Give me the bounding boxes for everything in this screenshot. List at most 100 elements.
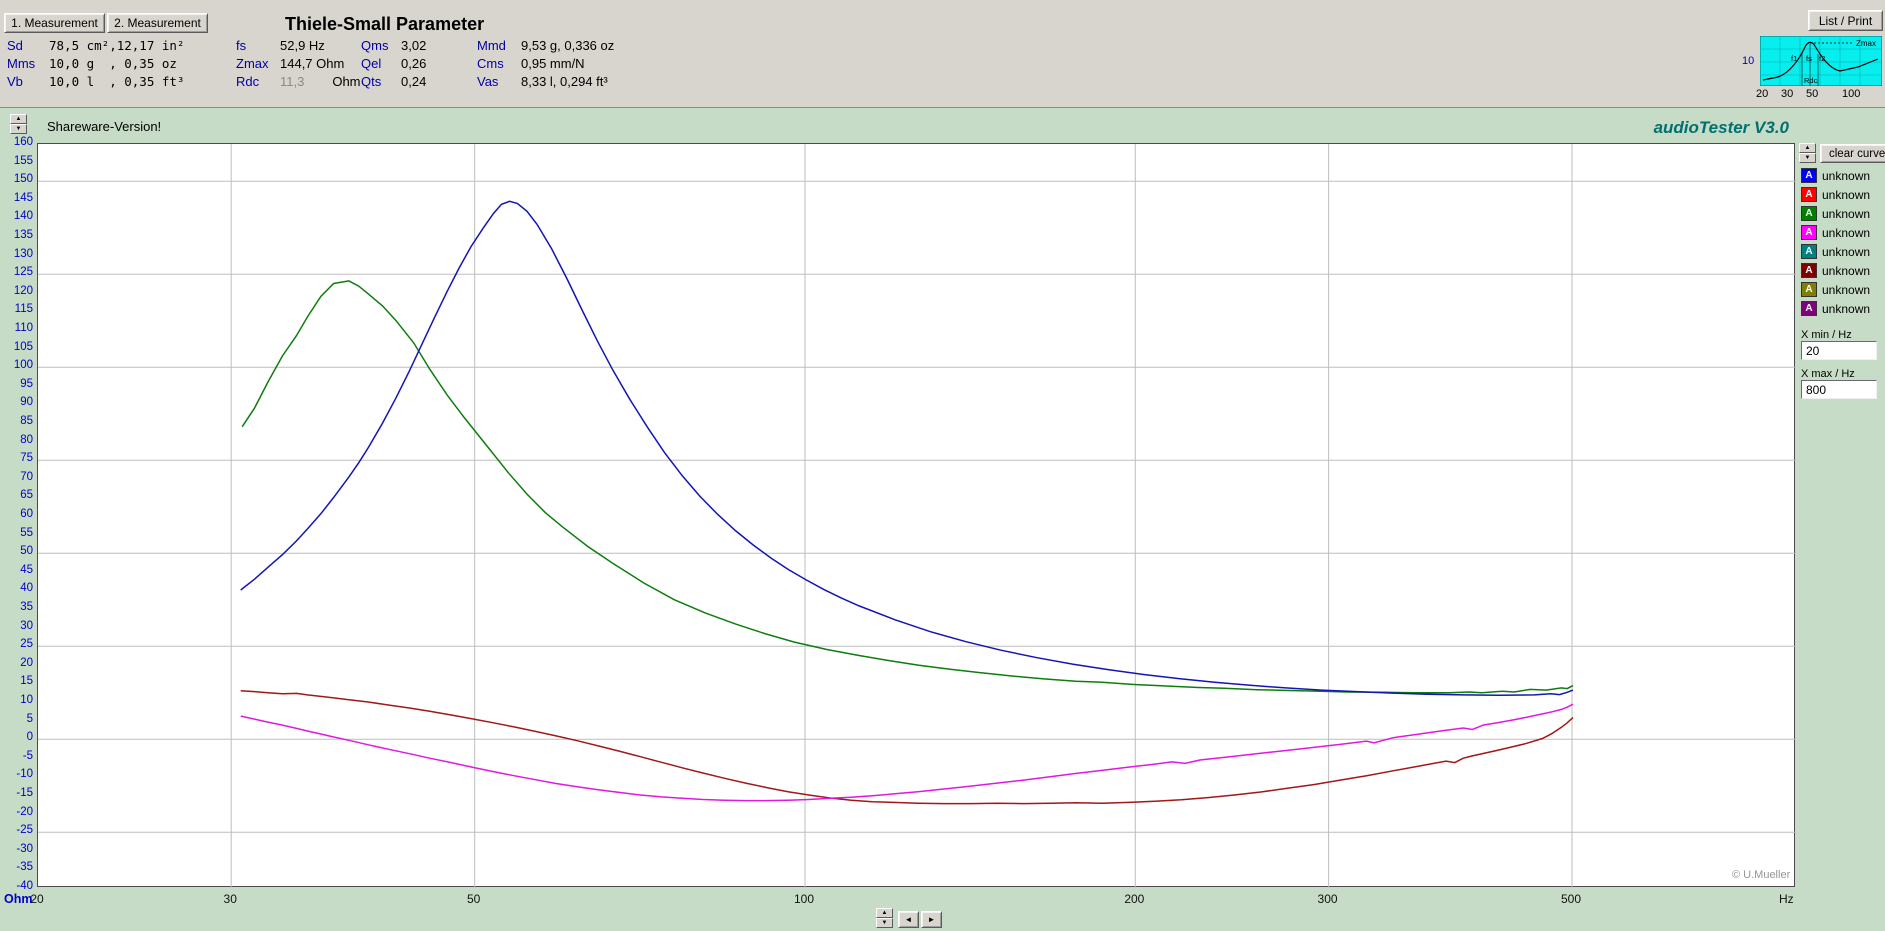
y-spin-up-icon[interactable]: ▲: [10, 114, 27, 124]
scroll-right-button[interactable]: ►: [921, 911, 942, 928]
measurement-2-button[interactable]: 2. Measurement: [107, 13, 208, 33]
param-label-mms: Mms: [7, 55, 36, 71]
param-label-rdc: Rdc: [236, 73, 260, 89]
param-value-zmax: 144,7 Ohm: [280, 55, 345, 71]
y-axis-tick-label: 155: [13, 154, 33, 167]
y-axis-tick-label: 65: [20, 489, 33, 502]
legend-item[interactable]: Aunknown: [1801, 242, 1870, 261]
arrow-right-icon: ►: [927, 915, 936, 924]
y-axis-tick-label: -10: [16, 768, 33, 781]
y-axis-spinner-top: ▲ ▼: [10, 114, 27, 134]
legend-item[interactable]: Aunknown: [1801, 166, 1870, 185]
y-axis-tick-label: 30: [20, 619, 33, 632]
x-axis-tick-label: 200: [1124, 892, 1145, 906]
y-axis-tick-label: 120: [13, 284, 33, 297]
curve-phase-measurement-2: [240, 690, 1574, 805]
app-brand: audioTester V3.0: [1653, 118, 1789, 137]
y-axis-tick-label: -35: [16, 861, 33, 874]
y-axis-tick-label: 5: [26, 712, 33, 725]
param-label-qts: Qts: [361, 73, 382, 89]
legend-item[interactable]: Aunknown: [1801, 280, 1870, 299]
y-axis-tick-label: 55: [20, 526, 33, 539]
param-value-vas: 8,33 l, 0,294 ft³: [521, 73, 608, 89]
x-max-label: X max / Hz: [1801, 368, 1855, 380]
y-axis-tick-label: 125: [13, 266, 33, 279]
list-print-button[interactable]: List / Print: [1808, 10, 1883, 31]
x-max-input[interactable]: [1801, 380, 1877, 399]
y-axis-unit-label: Ohm: [4, 892, 33, 906]
x-axis-tick-label: 50: [466, 892, 481, 906]
legend-item[interactable]: Aunknown: [1801, 299, 1870, 318]
legend-item[interactable]: Aunknown: [1801, 261, 1870, 280]
y-axis-tick-label: 90: [20, 396, 33, 409]
y-axis-tick-label: 35: [20, 601, 33, 613]
y-axis-tick-label: 75: [20, 452, 33, 465]
param-label-sd: Sd: [7, 37, 23, 53]
param-column-1: Sd 78,5 cm²,12,17 in² Mms 10,0 g , 0,35 oz…: [7, 36, 184, 90]
curve-color-icon: A: [1801, 282, 1817, 297]
x-spin-down-icon[interactable]: ▼: [876, 918, 893, 928]
param-value-qts: 0,24: [401, 73, 427, 89]
y-axis-tick-label: 0: [26, 731, 33, 744]
param-label-vb: Vb: [7, 73, 23, 89]
param-qts: Qts 0,24: [361, 72, 426, 90]
y-axis-tick-label: 150: [13, 173, 33, 186]
param-label-mmd: Mmd: [477, 37, 506, 53]
clear-curves-button[interactable]: clear curves: [1820, 144, 1885, 163]
legend-label: unknown: [1822, 168, 1871, 183]
y-axis-tick-label: 70: [20, 470, 33, 483]
curve-color-icon: A: [1801, 225, 1817, 240]
y-spin-down-icon[interactable]: ▼: [10, 124, 27, 134]
x-min-label: X min / Hz: [1801, 329, 1852, 341]
param-value-sd: 78,5 cm²,12,17 in²: [49, 37, 185, 53]
y-axis-tick-label: 85: [20, 415, 33, 427]
y-axis-tick-label: -25: [16, 824, 33, 837]
param-label-qms: Qms: [361, 37, 389, 53]
mini-rdc-label: Rdc: [1804, 76, 1818, 85]
y-axis-tick-label: 145: [13, 191, 33, 204]
param-zmax: Zmax 144,7 Ohm: [236, 54, 361, 72]
y-axis-tick-label: 110: [14, 322, 33, 334]
x-min-input[interactable]: [1801, 341, 1877, 360]
param-column-4: Mmd 9,53 g, 0,336 oz Cms 0,95 mm/N Vas 8,33…: [477, 36, 614, 90]
page-title: Thiele-Small Parameter: [285, 14, 485, 34]
legend-label: unknown: [1822, 187, 1871, 202]
y-axis-tick-label: 20: [20, 656, 33, 669]
impedance-model-svg: Zmax f1 fs f2 Rdc: [1759, 35, 1883, 87]
param-label-qel: Qel: [361, 55, 382, 71]
legend-label: unknown: [1822, 301, 1871, 316]
legend-item[interactable]: Aunknown: [1801, 185, 1870, 204]
chart-svg: [38, 144, 1796, 888]
param-label-cms: Cms: [477, 55, 504, 71]
mini-f2-label: f2: [1819, 54, 1825, 63]
measurement-1-button[interactable]: 1. Measurement: [4, 13, 105, 33]
y-axis-tick-label: 45: [20, 563, 33, 576]
param-unit-rdc: Ohm: [332, 73, 361, 89]
param-value-qms: 3,02: [401, 37, 427, 53]
param-sd: Sd 78,5 cm²,12,17 in²: [7, 36, 184, 54]
curve-spin-down-icon[interactable]: ▼: [1799, 153, 1816, 163]
x-axis-tick-label: 100: [793, 892, 815, 906]
param-value-rdc: 11,3: [280, 73, 305, 89]
param-vas: Vas 8,33 l, 0,294 ft³: [477, 72, 614, 90]
y-axis-tick-label: 100: [13, 359, 33, 372]
scroll-left-button[interactable]: ◄: [898, 911, 919, 928]
legend-label: unknown: [1822, 225, 1871, 240]
curve-spin-up-icon[interactable]: ▲: [1799, 143, 1816, 153]
legend-item[interactable]: Aunknown: [1801, 223, 1870, 242]
y-axis-tick-label: 105: [13, 340, 33, 353]
curve-color-icon: A: [1801, 244, 1817, 259]
y-axis-tick-label: 50: [20, 545, 33, 558]
curve-color-icon: A: [1801, 301, 1817, 316]
param-mmd: Mmd 9,53 g, 0,336 oz: [477, 36, 614, 54]
legend-item[interactable]: Aunknown: [1801, 204, 1870, 223]
param-mms: Mms 10,0 g , 0,35 oz: [7, 54, 184, 72]
audiotester-window: 1. Measurement 2. Measurement Thiele-Sma…: [0, 0, 1885, 931]
legend-label: unknown: [1822, 263, 1871, 278]
copyright-label: © U.Mueller: [1732, 869, 1791, 881]
x-spin-up-icon[interactable]: ▲: [876, 908, 893, 918]
mini-zmax-label: Zmax: [1856, 39, 1876, 48]
mini-x-tick-20: 20: [1756, 88, 1769, 100]
y-axis-tick-label: 10: [20, 694, 33, 706]
y-axis-tick-label: 160: [13, 136, 33, 148]
